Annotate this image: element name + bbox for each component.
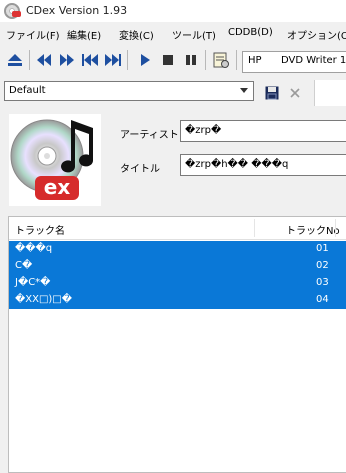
window-title: CDex Version 1.93: [26, 4, 128, 17]
track-row[interactable]: J�C*� 03: [9, 275, 346, 292]
combo-dropdown-icon[interactable]: [240, 88, 248, 93]
column-divider[interactable]: [254, 219, 255, 237]
rewind-icon[interactable]: [58, 51, 76, 69]
close-icon[interactable]: [286, 84, 304, 102]
title-label: タイトル: [120, 164, 160, 175]
track-list-header: トラック名 トラックNo: [9, 217, 346, 240]
artist-label: アーティスト: [120, 130, 179, 141]
eject-icon[interactable]: [6, 51, 24, 69]
track-name: J�C*�: [15, 277, 51, 288]
track-number: 02: [316, 260, 329, 271]
cdex-logo: ex: [9, 114, 101, 206]
first-track-icon[interactable]: [81, 51, 99, 69]
menu-options[interactable]: オプション(O): [287, 27, 346, 42]
stop-icon[interactable]: [159, 51, 177, 69]
track-number: 03: [316, 277, 329, 288]
menu-edit[interactable]: 編集(E): [67, 27, 101, 42]
pause-icon[interactable]: [182, 51, 200, 69]
play-icon[interactable]: [136, 51, 154, 69]
track-number: 01: [316, 243, 329, 254]
artist-value: �zrp�: [185, 125, 222, 136]
cd-info-icon[interactable]: [212, 51, 230, 69]
track-list[interactable]: トラック名 トラックNo ���q 01 C� 02 J�C*� 03 �XX□…: [8, 216, 346, 473]
menu-tools[interactable]: ツール(T): [172, 27, 216, 42]
drive-maker: HP: [248, 55, 262, 66]
prev-track-icon[interactable]: [35, 51, 53, 69]
toolbar-separator: [236, 50, 237, 70]
artist-input[interactable]: �zrp�: [180, 120, 346, 142]
toolbar-separator: [205, 50, 206, 70]
column-divider[interactable]: [335, 219, 336, 237]
menu-file[interactable]: ファイル(F): [6, 27, 60, 42]
svg-text:ex: ex: [44, 175, 71, 199]
track-row[interactable]: �XX□)□� 04: [9, 292, 346, 309]
track-number: 04: [316, 294, 329, 305]
right-panel-edge: [314, 80, 346, 106]
track-name: �XX□)□�: [15, 294, 73, 305]
title-bar: CDex Version 1.93: [0, 0, 346, 22]
title-input[interactable]: �zrp�h�� ���q: [180, 154, 346, 176]
toolbar-separator: [29, 50, 30, 70]
drive-model: DVD Writer 12: [281, 55, 346, 66]
track-row[interactable]: ���q 01: [9, 241, 346, 258]
last-track-icon[interactable]: [104, 51, 122, 69]
menu-bar: ファイル(F) 編集(E) 変換(C) ツール(T) CDDB(D) オプション…: [0, 24, 346, 44]
column-header-track-number[interactable]: トラックNo: [286, 222, 340, 237]
title-value: �zrp�h�� ���q: [185, 159, 289, 170]
menu-cddb[interactable]: CDDB(D): [228, 27, 273, 38]
menu-convert[interactable]: 変換(C): [119, 27, 154, 42]
save-icon[interactable]: [263, 84, 281, 102]
track-name: ���q: [15, 243, 53, 254]
column-header-track-name[interactable]: トラック名: [15, 222, 65, 237]
track-name: C�: [15, 260, 33, 271]
app-icon[interactable]: [4, 3, 21, 19]
track-row[interactable]: C� 02: [9, 258, 346, 275]
drive-selector[interactable]: HP DVD Writer 12: [242, 51, 346, 73]
toolbar-separator: [127, 50, 128, 70]
preset-combo[interactable]: Default: [4, 81, 254, 101]
preset-value: Default: [9, 85, 46, 96]
